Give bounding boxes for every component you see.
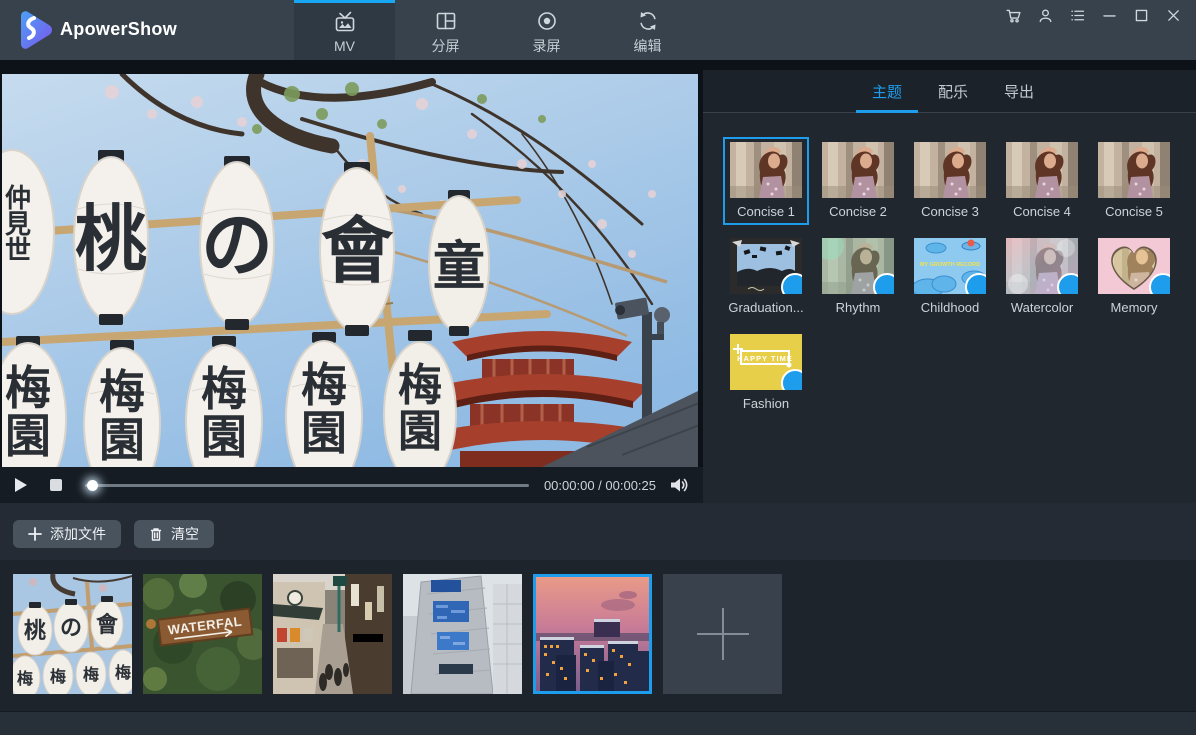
svg-text:梅: 梅	[115, 663, 131, 682]
tab-edit[interactable]: 编辑	[597, 0, 698, 60]
svg-text:梅: 梅	[398, 361, 442, 410]
app-title: ApowerShow	[60, 0, 177, 60]
svg-text:の: の	[60, 615, 82, 640]
clear-button[interactable]: 清空	[134, 520, 214, 548]
tab-mv[interactable]: MV	[294, 0, 395, 60]
svg-text:桃: 桃	[24, 618, 46, 643]
app-logo	[13, 10, 53, 50]
panel-tabs: 主题 配乐 导出	[703, 70, 1196, 113]
account-icon[interactable]	[1037, 7, 1054, 24]
tab-theme[interactable]: 主题	[854, 70, 920, 112]
svg-text:梅: 梅	[83, 665, 99, 684]
clip-tile-street[interactable]	[273, 574, 392, 694]
theme-grid: Concise 1 Concise 2 Concise 3 Concise 4 …	[703, 113, 1196, 425]
convert-icon	[636, 9, 660, 33]
seek-track[interactable]	[85, 484, 529, 487]
main-nav-tabs: MV 分屏 录屏 编辑	[294, 0, 698, 60]
lantern-char: 童	[433, 238, 485, 296]
title-bar: ApowerShow MV 分屏 录屏	[0, 0, 1196, 60]
time-display: 00:00:00 / 00:00:25	[544, 478, 656, 493]
svg-text:會: 會	[96, 612, 119, 637]
lantern-char: の	[201, 206, 273, 286]
tv-icon	[333, 11, 357, 35]
preview-area: 仲見世 桃 の	[0, 60, 703, 503]
trash-icon	[149, 527, 163, 542]
theme-item-childhood[interactable]: Childhood	[907, 233, 993, 321]
svg-text:園: 園	[301, 408, 347, 459]
theme-item-concise-4[interactable]: Concise 4	[999, 137, 1085, 225]
plus-icon	[28, 527, 42, 541]
download-badge[interactable]	[781, 273, 802, 294]
record-icon	[535, 9, 559, 33]
system-icons	[1005, 2, 1182, 28]
lantern-scene: 仲見世 桃 の	[2, 74, 698, 467]
theme-item-graduation[interactable]: Graduation...	[723, 233, 809, 321]
svg-text:園: 園	[5, 411, 51, 462]
theme-item-rhythm[interactable]: Rhythm	[815, 233, 901, 321]
seek-slider[interactable]	[85, 479, 529, 491]
download-badge[interactable]	[781, 369, 802, 390]
cart-icon[interactable]	[1005, 7, 1022, 24]
lantern-side-text: 仲見世	[2, 184, 31, 262]
svg-text:梅: 梅	[5, 363, 51, 414]
play-button[interactable]	[14, 477, 28, 493]
clip-tile-waterfall[interactable]: WATERFAL	[143, 574, 262, 694]
seek-handle[interactable]	[87, 480, 98, 491]
tab-export[interactable]: 导出	[986, 70, 1052, 112]
svg-text:梅: 梅	[99, 367, 145, 418]
clip-timeline: 桃 の 會 梅 梅 梅 梅	[0, 560, 1196, 711]
svg-text:園: 園	[201, 412, 247, 463]
volume-icon[interactable]	[669, 476, 689, 494]
menu-icon[interactable]	[1069, 7, 1086, 24]
tab-split-label: 分屏	[432, 36, 460, 56]
split-screen-icon	[434, 9, 458, 33]
status-bar	[0, 711, 1196, 735]
svg-text:園: 園	[398, 407, 442, 456]
tab-music[interactable]: 配乐	[920, 70, 986, 112]
svg-text:梅: 梅	[201, 364, 247, 415]
theme-panel: 主题 配乐 导出 Concise 1 Concise 2 Concise 3 C…	[703, 70, 1196, 503]
theme-item-concise-2[interactable]: Concise 2	[815, 137, 901, 225]
maximize-icon[interactable]	[1133, 7, 1150, 24]
tab-edit-label: 编辑	[634, 36, 662, 56]
clip-tile-city-dusk[interactable]	[533, 574, 652, 694]
theme-item-concise-1[interactable]: Concise 1	[723, 137, 809, 225]
add-clip-tile[interactable]	[663, 574, 782, 694]
file-toolbar: 添加文件 清空	[0, 503, 1196, 560]
tab-record-label: 录屏	[533, 36, 561, 56]
tab-mv-label: MV	[334, 38, 355, 54]
download-badge[interactable]	[1149, 273, 1170, 294]
minimize-icon[interactable]	[1101, 7, 1118, 24]
lantern-char: 會	[321, 212, 394, 292]
tab-screen-record[interactable]: 录屏	[496, 0, 597, 60]
clip-tile-city-building[interactable]	[403, 574, 522, 694]
theme-item-fashion[interactable]: Fashion	[723, 329, 809, 417]
theme-item-memory[interactable]: Memory	[1091, 233, 1177, 321]
video-preview: 仲見世 桃 の	[2, 74, 698, 467]
theme-item-watercolor[interactable]: Watercolor	[999, 233, 1085, 321]
svg-text:梅: 梅	[17, 669, 33, 688]
clip-tile-lanterns[interactable]: 桃 の 會 梅 梅 梅 梅	[13, 574, 132, 694]
svg-text:梅: 梅	[301, 360, 347, 411]
close-icon[interactable]	[1165, 7, 1182, 24]
stop-button[interactable]	[49, 478, 63, 492]
download-badge[interactable]	[873, 273, 894, 294]
download-badge[interactable]	[965, 273, 986, 294]
add-files-button[interactable]: 添加文件	[13, 520, 121, 548]
download-badge[interactable]	[1057, 273, 1078, 294]
player-bar: 00:00:00 / 00:00:25	[0, 467, 703, 503]
plus-icon	[697, 608, 749, 660]
theme-item-concise-5[interactable]: Concise 5	[1091, 137, 1177, 225]
tab-split-screen[interactable]: 分屏	[395, 0, 496, 60]
svg-text:園: 園	[99, 415, 145, 466]
svg-text:梅: 梅	[50, 667, 66, 686]
theme-item-concise-3[interactable]: Concise 3	[907, 137, 993, 225]
lantern-char: 桃	[75, 200, 147, 280]
